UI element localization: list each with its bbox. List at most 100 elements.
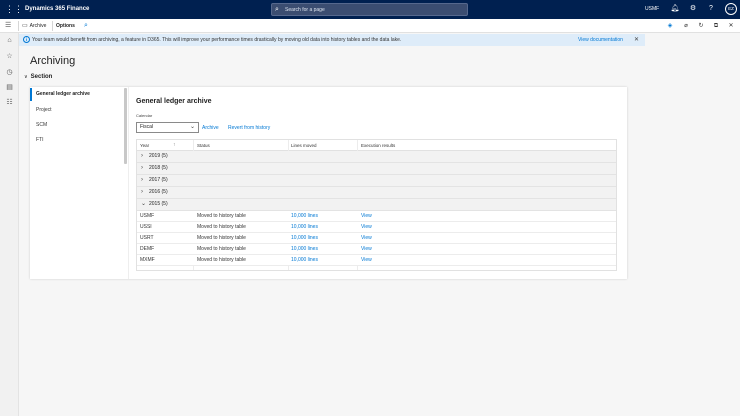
group-label: 2018 (5) — [149, 165, 168, 171]
search-placeholder: Search for a page — [285, 7, 325, 13]
scrollbar[interactable] — [124, 88, 127, 164]
company-cell: USRT — [140, 235, 154, 241]
lines-moved-link[interactable]: 10,000 lines — [291, 211, 318, 222]
app-name[interactable]: Dynamics 365 Finance — [25, 5, 89, 14]
tab-project[interactable]: Project — [30, 104, 126, 117]
recent-icon[interactable]: ◷ — [4, 68, 15, 78]
status-cell: Moved to history table — [197, 246, 246, 252]
calendar-select[interactable]: Fiscal ⌄ — [136, 122, 199, 133]
top-bar: ⋮⋮ Dynamics 365 Finance ⌕ Search for a p… — [0, 0, 740, 19]
company-picker[interactable]: USMF — [645, 5, 659, 14]
table-row[interactable]: MXMF Moved to history table 10,000 lines… — [137, 255, 616, 266]
group-row-2019[interactable]: › 2019 (5) — [137, 151, 616, 163]
left-nav: ⌂ ☆ ◷ ▤ ☷ — [0, 33, 19, 416]
page-title: Archiving — [30, 55, 76, 67]
column-header-status[interactable]: Status — [197, 140, 210, 151]
archive-action-button[interactable]: ▭ Archive — [22, 22, 46, 30]
column-header-year[interactable]: Year — [140, 140, 149, 151]
attach-icon[interactable]: ⌀ — [682, 22, 690, 30]
chevron-right-icon: › — [141, 165, 143, 171]
options-button[interactable]: Options — [56, 22, 75, 30]
lines-moved-link[interactable]: 10,000 lines — [291, 255, 318, 266]
table-row[interactable]: DEMF Moved to history table 10,000 lines… — [137, 244, 616, 255]
column-header-lines-moved[interactable]: Lines moved — [291, 140, 317, 151]
group-label: 2017 (5) — [149, 177, 168, 183]
group-row-2018[interactable]: › 2018 (5) — [137, 163, 616, 175]
close-icon[interactable]: ✕ — [727, 22, 735, 30]
group-label: 2015 (5) — [149, 201, 168, 207]
archive-action-label: Archive — [29, 23, 47, 29]
view-link[interactable]: View — [361, 211, 372, 222]
view-link[interactable]: View — [361, 222, 372, 233]
gear-icon[interactable]: ⚙ — [688, 4, 698, 14]
chevron-right-icon: › — [141, 177, 143, 183]
status-cell: Moved to history table — [197, 257, 246, 263]
chevron-down-icon: ⌄ — [189, 124, 195, 130]
status-cell: Moved to history table — [197, 224, 246, 230]
app-launcher-icon[interactable]: ⋮⋮ — [5, 4, 23, 14]
archive-grid: Year ↑ Status Lines moved Execution resu… — [136, 139, 617, 271]
view-link[interactable]: View — [361, 233, 372, 244]
bell-icon[interactable]: 🔔︎ — [670, 4, 680, 14]
search-icon: ⌕ — [275, 6, 279, 13]
content-pane: General ledger archive Calendar Fiscal ⌄… — [128, 87, 627, 279]
status-cell: Moved to history table — [197, 213, 246, 219]
lines-moved-link[interactable]: 10,000 lines — [291, 233, 318, 244]
chevron-down-icon: ∨ — [24, 74, 28, 80]
home-icon[interactable]: ⌂ — [4, 36, 15, 46]
archiving-card: General ledger archive Project SCM FTI G… — [30, 87, 627, 279]
revert-from-history-link[interactable]: Revert from history — [228, 124, 270, 132]
lines-moved-link[interactable]: 10,000 lines — [291, 244, 318, 255]
close-icon[interactable]: ✕ — [634, 36, 639, 44]
group-label: 2019 (5) — [149, 153, 168, 159]
avatar[interactable]: EZ — [725, 3, 737, 15]
search-icon[interactable]: ⌕ — [84, 21, 88, 30]
company-cell: DEMF — [140, 246, 155, 252]
action-bar: ☰ ▭ Archive Options ⌕ ◈ ⌀ ↻ ⧉ ✕ — [0, 19, 740, 33]
divider — [18, 21, 19, 31]
archive-link[interactable]: Archive — [202, 124, 219, 132]
group-row-2017[interactable]: › 2017 (5) — [137, 175, 616, 187]
info-message: Your team would benefit from archiving, … — [32, 37, 402, 43]
grid-header: Year ↑ Status Lines moved Execution resu… — [137, 140, 616, 151]
company-cell: USMF — [140, 213, 155, 219]
section-header[interactable]: ∨ Section — [24, 73, 52, 82]
favorites-icon[interactable]: ☆ — [4, 52, 15, 62]
office-icon[interactable]: ◈ — [666, 22, 674, 30]
refresh-icon[interactable]: ↻ — [697, 22, 705, 30]
info-icon: i — [23, 36, 30, 43]
view-link[interactable]: View — [361, 244, 372, 255]
column-header-execution-results[interactable]: Execution results — [361, 140, 395, 151]
view-link[interactable]: View — [361, 255, 372, 266]
group-row-2016[interactable]: › 2016 (5) — [137, 187, 616, 199]
search-box[interactable]: ⌕ Search for a page — [271, 3, 468, 16]
table-row[interactable]: USRT Moved to history table 10,000 lines… — [137, 233, 616, 244]
archive-icon: ▭ — [22, 23, 28, 29]
chevron-right-icon: › — [141, 189, 143, 195]
vertical-tabs: General ledger archive Project SCM FTI — [30, 87, 126, 279]
group-row-2015[interactable]: ⌄ 2015 (5) — [137, 199, 616, 211]
hamburger-icon[interactable]: ☰ — [5, 21, 11, 31]
help-icon[interactable]: ? — [706, 4, 716, 14]
table-row[interactable]: USMF Moved to history table 10,000 lines… — [137, 211, 616, 222]
divider — [52, 21, 53, 31]
company-cell: MXMF — [140, 257, 155, 263]
content-title: General ledger archive — [136, 98, 212, 105]
chevron-right-icon: › — [141, 153, 143, 159]
group-label: 2016 (5) — [149, 189, 168, 195]
table-row[interactable]: USSI Moved to history table 10,000 lines… — [137, 222, 616, 233]
workspaces-icon[interactable]: ▤ — [4, 83, 15, 93]
status-cell: Moved to history table — [197, 235, 246, 241]
calendar-value: Fiscal — [140, 124, 154, 130]
view-documentation-link[interactable]: View documentation — [578, 36, 623, 44]
modules-icon[interactable]: ☷ — [4, 98, 15, 108]
open-new-icon[interactable]: ⧉ — [712, 22, 720, 30]
tab-fti[interactable]: FTI — [30, 134, 126, 147]
tab-general-ledger-archive[interactable]: General ledger archive — [30, 88, 126, 101]
calendar-label: Calendar — [136, 113, 153, 118]
lines-moved-link[interactable]: 10,000 lines — [291, 222, 318, 233]
company-cell: USSI — [140, 224, 152, 230]
sort-arrow-icon: ↑ — [173, 142, 176, 148]
info-bar: i Your team would benefit from archiving… — [19, 34, 645, 46]
tab-scm[interactable]: SCM — [30, 119, 126, 132]
